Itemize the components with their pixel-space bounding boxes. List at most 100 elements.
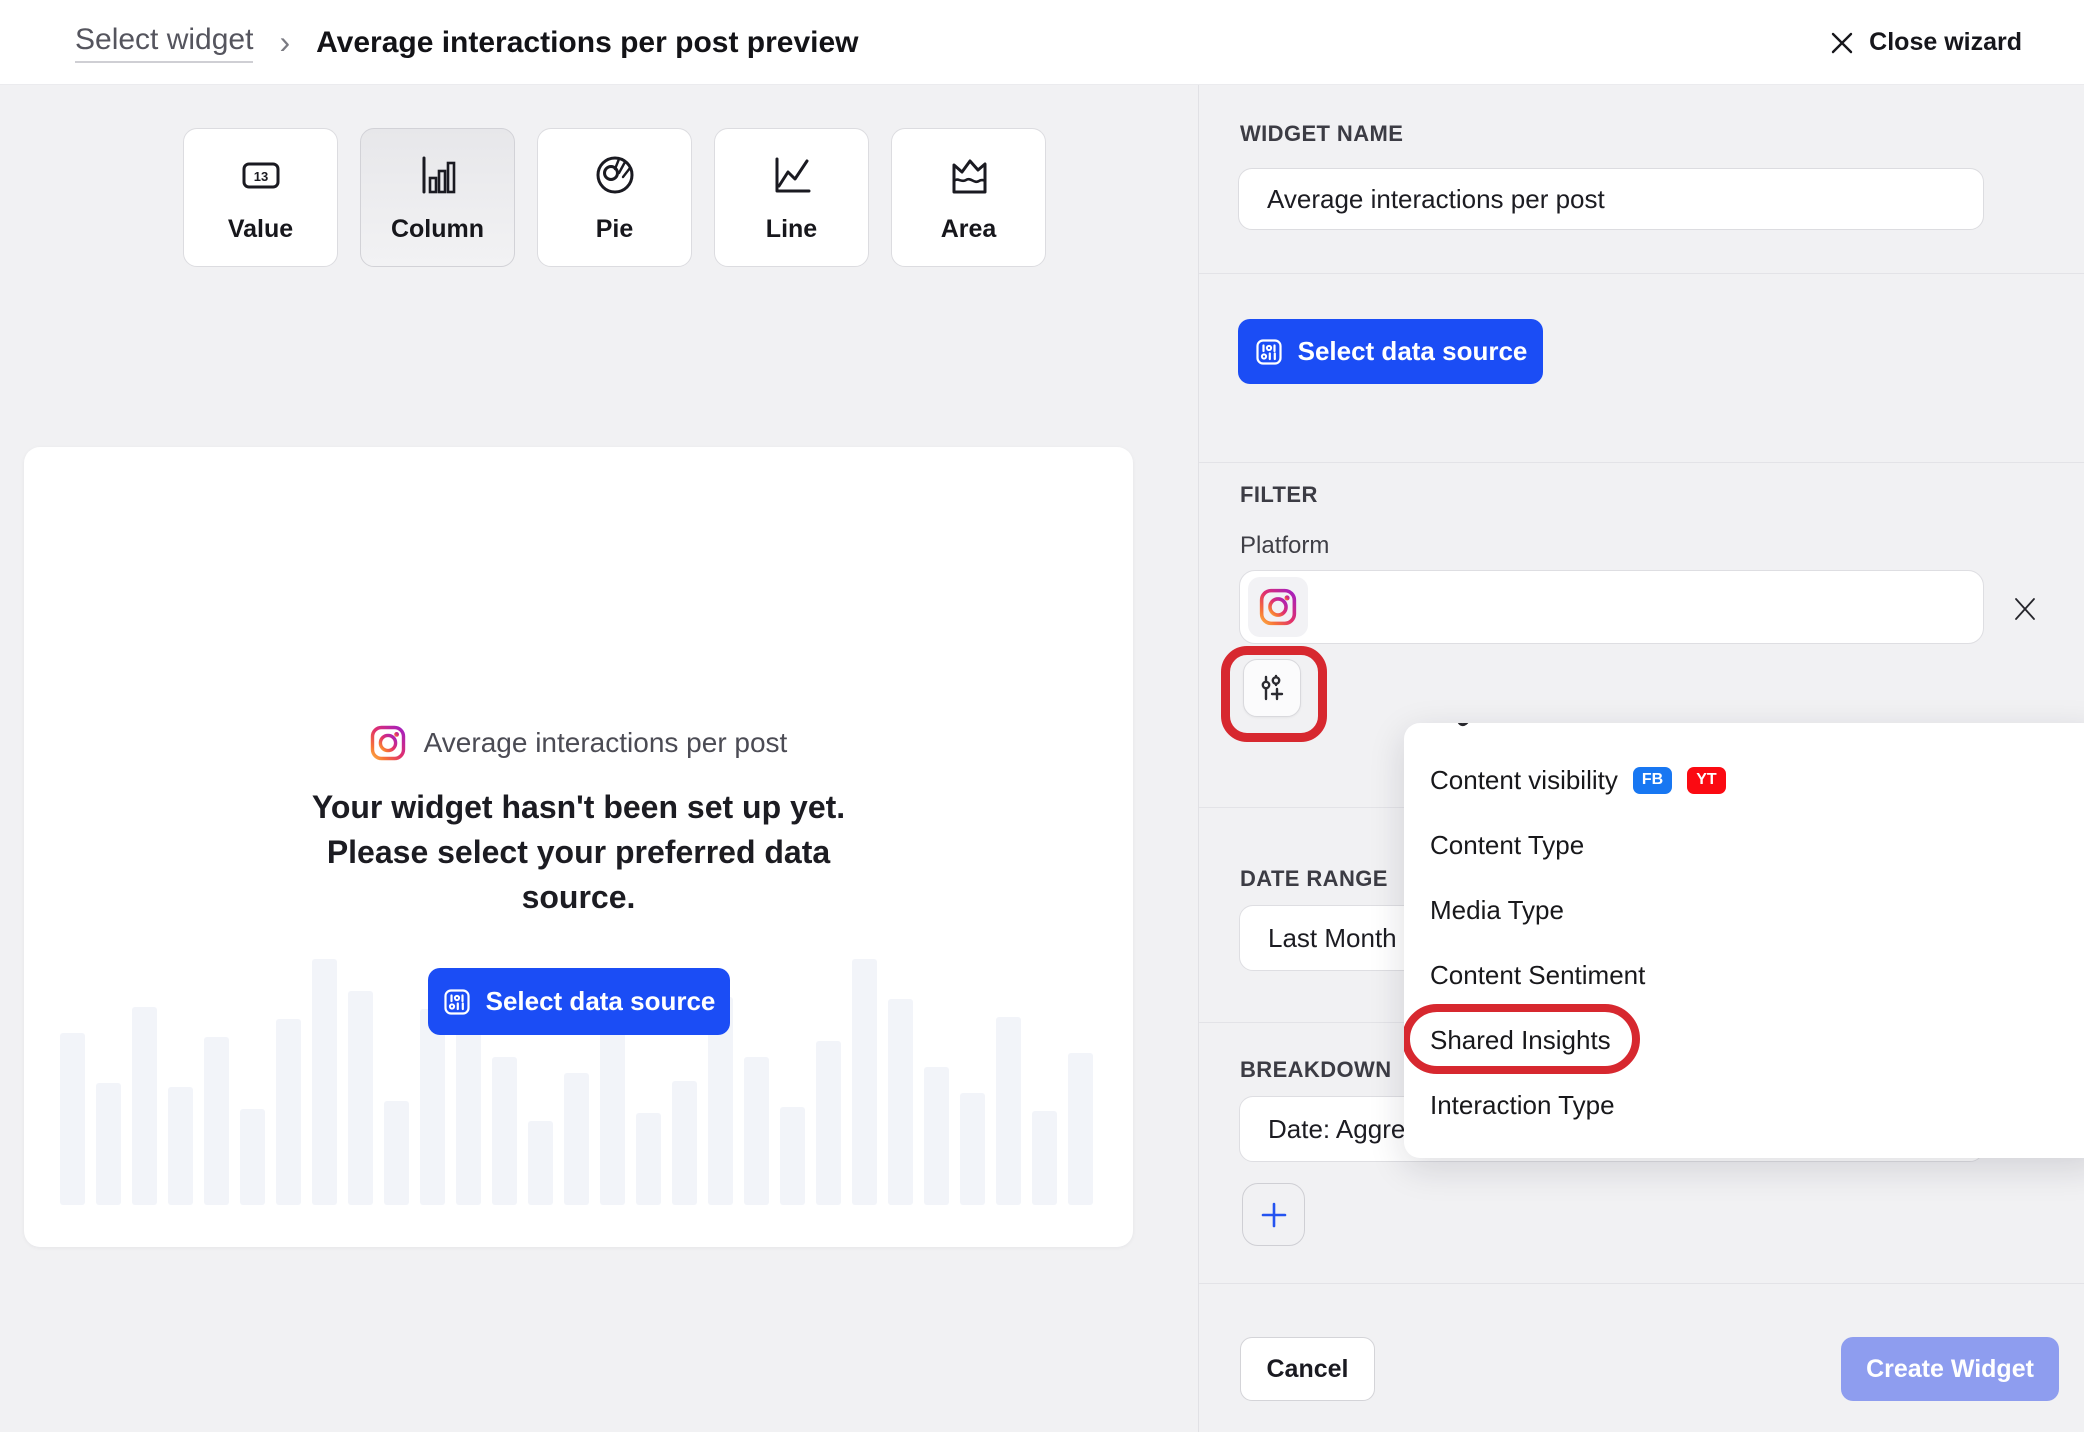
area-widget-icon xyxy=(945,151,993,199)
preview-bar xyxy=(240,1109,265,1205)
preview-bar xyxy=(420,1009,445,1205)
preview-bar xyxy=(1068,1053,1093,1205)
menu-item-label: Content Type xyxy=(1430,830,1584,861)
widget-type-pie[interactable]: Pie xyxy=(537,128,692,267)
value-widget-icon: 13 xyxy=(237,151,285,199)
data-source-icon xyxy=(442,987,472,1017)
platform-label: Platform xyxy=(1240,532,1329,560)
breadcrumb: Select widget › Average interactions per… xyxy=(75,0,859,85)
cancel-button[interactable]: Cancel xyxy=(1240,1337,1375,1401)
preview-bar xyxy=(204,1037,229,1205)
column-widget-icon xyxy=(414,151,462,199)
filter-sliders-plus-icon xyxy=(1256,672,1288,704)
date-range-value: Last Month xyxy=(1268,923,1397,954)
filter-section-label: FILTER xyxy=(1240,482,1318,508)
preview-widget-title: Average interactions per post xyxy=(424,727,788,759)
menu-item-label: Media Type xyxy=(1430,895,1564,926)
preview-bar xyxy=(672,1081,697,1205)
plus-icon xyxy=(1258,1199,1290,1231)
menu-item-label: Interaction Type xyxy=(1430,1090,1615,1121)
menu-item-label: Content visibility xyxy=(1430,765,1618,796)
preview-bar xyxy=(888,999,913,1205)
breadcrumb-chevron-icon: › xyxy=(279,24,290,61)
close-wizard-label: Close wizard xyxy=(1869,28,2022,57)
widget-type-column[interactable]: Column xyxy=(360,128,515,267)
widget-preview-card: Average interactions per post Your widge… xyxy=(24,447,1133,1247)
widget-type-value[interactable]: 13 Value xyxy=(183,128,338,267)
preview-bar xyxy=(924,1067,949,1205)
instagram-icon xyxy=(370,725,406,761)
menu-item-label: Shared Insights xyxy=(1430,1025,1611,1056)
widget-type-label: Value xyxy=(228,215,293,244)
select-data-source-label: Select data source xyxy=(1298,336,1528,367)
facebook-badge: FB xyxy=(1633,767,1672,794)
wizard-topbar: Select widget › Average interactions per… xyxy=(0,0,2084,85)
close-icon xyxy=(1829,30,1855,56)
preview-bar xyxy=(132,1007,157,1205)
preview-bar xyxy=(1032,1111,1057,1205)
menu-item-content-type[interactable]: Content Type xyxy=(1430,825,1584,865)
menu-item-content-sentiment[interactable]: Content Sentiment xyxy=(1430,955,1645,995)
preview-bar xyxy=(312,959,337,1205)
preview-bar xyxy=(780,1107,805,1205)
data-source-icon xyxy=(1254,337,1284,367)
create-widget-button[interactable]: Create Widget xyxy=(1841,1337,2059,1401)
menu-item-media-type[interactable]: Media Type xyxy=(1430,890,1564,930)
preview-bar xyxy=(816,1041,841,1205)
preview-bar xyxy=(636,1113,661,1205)
widget-type-label: Area xyxy=(941,215,997,244)
select-data-source-button[interactable]: Select data source xyxy=(1238,319,1543,384)
preview-bar xyxy=(96,1083,121,1205)
preview-bar xyxy=(492,1057,517,1205)
widget-type-selector: 13 Value Column Pie xyxy=(183,128,1046,267)
pie-widget-icon xyxy=(591,151,639,199)
add-breakdown-button[interactable] xyxy=(1242,1183,1305,1246)
preview-bar xyxy=(384,1101,409,1205)
filter-options-menu: Content visibility FB YT Content Type Me… xyxy=(1404,723,2084,1158)
preview-bar xyxy=(60,1033,85,1205)
page-title: Average interactions per post preview xyxy=(316,26,858,60)
preview-bar xyxy=(528,1121,553,1205)
preview-bar xyxy=(348,991,373,1205)
preview-bar xyxy=(960,1093,985,1205)
instagram-icon xyxy=(1259,588,1297,626)
widget-type-area[interactable]: Area xyxy=(891,128,1046,267)
widget-name-label: WIDGET NAME xyxy=(1240,121,1403,147)
preview-bar xyxy=(564,1073,589,1205)
preview-bar xyxy=(744,1057,769,1205)
breadcrumb-select-widget[interactable]: Select widget xyxy=(75,23,253,63)
footer-divider xyxy=(1199,1283,2084,1284)
widget-type-line[interactable]: Line xyxy=(714,128,869,267)
youtube-badge: YT xyxy=(1687,767,1725,794)
widget-type-label: Column xyxy=(391,215,484,244)
date-range-label: DATE RANGE xyxy=(1240,866,1388,892)
close-wizard-button[interactable]: Close wizard xyxy=(1829,0,2022,85)
preview-bar xyxy=(852,959,877,1205)
preview-bar xyxy=(276,1019,301,1205)
menu-item-shared-insights[interactable]: Shared Insights xyxy=(1430,1020,1611,1060)
platform-value-chip xyxy=(1248,577,1308,637)
preview-select-data-source-label: Select data source xyxy=(486,986,716,1017)
menu-item-interaction-type[interactable]: Interaction Type xyxy=(1430,1085,1615,1125)
preview-bar xyxy=(996,1017,1021,1205)
platform-filter-select[interactable] xyxy=(1239,570,1984,644)
section-divider xyxy=(1199,273,2084,274)
widget-type-label: Pie xyxy=(596,215,634,244)
add-filter-button[interactable] xyxy=(1243,659,1301,717)
preview-bar xyxy=(168,1087,193,1205)
remove-platform-filter-button[interactable] xyxy=(2010,594,2040,624)
clipped-menu-item-fragment xyxy=(1456,723,1476,733)
section-divider xyxy=(1199,462,2084,463)
panel-divider xyxy=(1198,85,1199,1432)
widget-type-label: Line xyxy=(766,215,817,244)
menu-item-label: Content Sentiment xyxy=(1430,960,1645,991)
preview-select-data-source-button[interactable]: Select data source xyxy=(428,968,730,1035)
svg-text:13: 13 xyxy=(253,169,267,184)
widget-name-input[interactable] xyxy=(1238,168,1984,230)
preview-empty-message: Your widget hasn't been set up yet. Plea… xyxy=(299,785,859,920)
breakdown-label: BREAKDOWN xyxy=(1240,1057,1391,1083)
preview-bar xyxy=(600,1021,625,1205)
breakdown-value: Date: Aggreg xyxy=(1268,1114,1420,1145)
menu-item-content-visibility[interactable]: Content visibility FB YT xyxy=(1430,760,1726,800)
line-widget-icon xyxy=(768,151,816,199)
